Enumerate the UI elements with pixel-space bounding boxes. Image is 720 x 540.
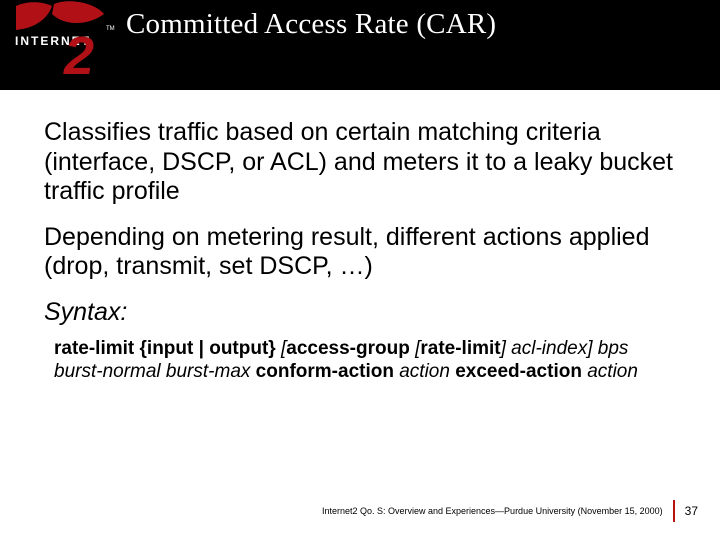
paragraph-2: Depending on metering result, different … (44, 223, 676, 282)
code-kw-conform: conform-action (250, 361, 399, 382)
page-number: 37 (685, 504, 698, 518)
footer-divider (673, 500, 675, 522)
paragraph-1: Classifies traffic based on certain matc… (44, 118, 676, 207)
code-kw-exceed: exceed-action (450, 361, 587, 382)
internet2-logo: INTERNET 2 TM (8, 0, 120, 80)
code-kw-ratelimit-inner: rate-limit (420, 338, 500, 359)
footer: Internet2 Qo. S: Overview and Experience… (322, 500, 698, 522)
slide: INTERNET 2 TM Committed Access Rate (CAR… (0, 0, 720, 540)
code-kw-accessgroup: access-group (286, 338, 415, 359)
code-arg-aclindex: acl-index (506, 338, 587, 359)
code-arg-action2: action (587, 361, 638, 382)
code-arg-action1: action (399, 361, 450, 382)
code-bracket: ] (587, 338, 598, 359)
code-kw-ratelimit: rate-limit {input | output} (54, 338, 281, 359)
syntax-label: Syntax: (44, 298, 676, 327)
logo-text-2: 2 (63, 26, 94, 80)
footer-text: Internet2 Qo. S: Overview and Experience… (322, 506, 673, 516)
title-bar: INTERNET 2 TM Committed Access Rate (CAR… (0, 0, 720, 90)
slide-title: Committed Access Rate (CAR) (126, 8, 700, 41)
syntax-code: rate-limit {input | output} [access-grou… (44, 337, 676, 385)
slide-body: Classifies traffic based on certain matc… (0, 90, 720, 384)
logo-tm: TM (106, 26, 115, 32)
